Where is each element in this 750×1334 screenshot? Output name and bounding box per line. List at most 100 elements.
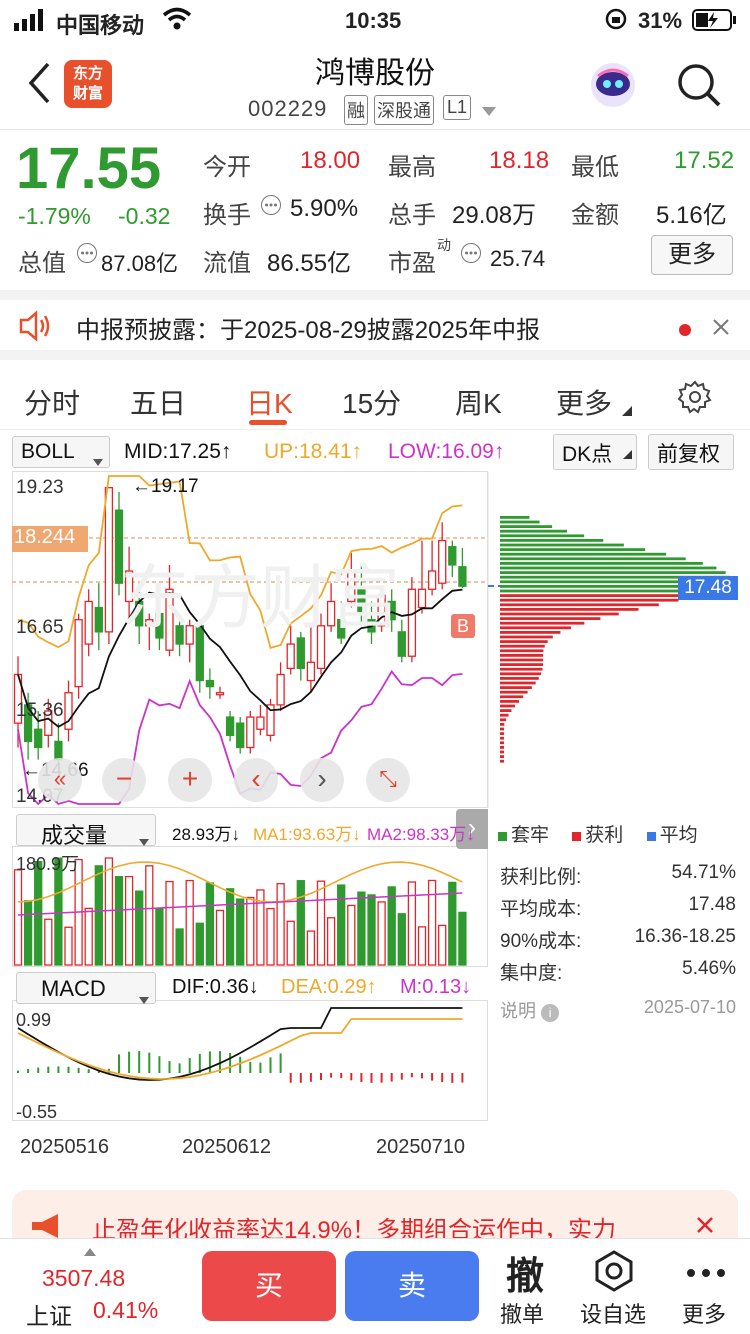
scroll-left-fast-button[interactable]: «: [38, 758, 82, 802]
float-value: 86.55亿: [267, 250, 352, 277]
banner-close-icon[interactable]: [696, 1216, 714, 1239]
candle-body: [427, 570, 437, 590]
info-dots-icon-3[interactable]: [460, 242, 482, 269]
chip-bar: [500, 718, 507, 722]
zoom-out-button[interactable]: −: [102, 758, 146, 802]
buy-button[interactable]: 买: [202, 1251, 336, 1321]
volume-bar: [296, 880, 305, 966]
fullscreen-button[interactable]: ⤡: [366, 758, 410, 802]
high-label: 最高: [388, 154, 436, 181]
chip-bar: [500, 732, 504, 735]
volume-bar: [367, 894, 376, 966]
macd-top-tick: 0.99: [16, 1010, 52, 1030]
add-watchlist-label[interactable]: 设自选: [580, 1297, 646, 1329]
volume-bar: [94, 865, 103, 966]
indicator-select[interactable]: BOLL: [12, 436, 110, 468]
more-quote-button[interactable]: 更多: [651, 235, 733, 275]
search-icon[interactable]: [676, 62, 722, 113]
chip-bar: [500, 539, 604, 542]
tab-five-day[interactable]: 五日: [130, 382, 186, 422]
volume-bar: [417, 926, 427, 966]
open-label: 今开: [203, 154, 251, 181]
volume-bar: [387, 886, 396, 966]
boll-mid: MID:17.25↑: [124, 440, 232, 463]
chip-bar: [500, 635, 553, 639]
volume-bar: [448, 881, 457, 966]
chip-bar: [500, 759, 504, 763]
dk-point-button[interactable]: DK点: [553, 434, 637, 470]
settings-icon[interactable]: [677, 380, 712, 419]
chip-bar: [500, 525, 553, 528]
chip-row-value-1: 54.71%: [671, 862, 736, 883]
chip-bars: [500, 516, 730, 763]
cancel-order-icon[interactable]: 撤: [500, 1245, 550, 1300]
change-percent: -1.79%: [18, 203, 91, 229]
mcap-value: 87.08亿: [101, 251, 179, 276]
more-dots-icon[interactable]: [686, 1265, 726, 1283]
chip-bar: [500, 529, 568, 533]
tab-15min[interactable]: 15分: [342, 382, 401, 422]
scroll-left-button[interactable]: ‹: [234, 758, 278, 802]
zoom-in-button[interactable]: +: [168, 758, 212, 802]
info-dots-icon[interactable]: [76, 242, 98, 269]
chip-bar: [500, 672, 542, 676]
unread-dot: [679, 324, 691, 336]
volume-bar: [44, 918, 53, 966]
turnover-label: 换手: [203, 202, 251, 229]
volume-value: 29.08万: [452, 202, 537, 229]
adjust-button[interactable]: 前复权: [648, 434, 734, 470]
candle-body: [286, 643, 295, 670]
index-up-icon: [84, 1243, 96, 1261]
chip-row-label-1: 获利比例:: [500, 867, 582, 888]
chip-bar: [500, 557, 686, 561]
chip-bar: [500, 548, 646, 551]
volume-bar: [306, 930, 316, 966]
tab-intraday[interactable]: 分时: [24, 382, 80, 422]
scroll-right-button[interactable]: ›: [300, 758, 344, 802]
macd-bars: [17, 1007, 464, 1083]
chip-bar: [500, 516, 530, 519]
chip-bar: [500, 603, 659, 607]
battery-percent: 31%: [638, 8, 683, 33]
index-name[interactable]: 上证: [26, 1297, 72, 1331]
volume-select[interactable]: 成交量: [16, 814, 156, 848]
legend-trapped: 套牢: [511, 825, 550, 846]
chip-bar: [500, 704, 515, 708]
chip-bar: [500, 571, 726, 574]
volume-bar: [185, 879, 194, 966]
more-label[interactable]: 更多: [682, 1297, 726, 1329]
macd-select[interactable]: MACD: [16, 972, 156, 1004]
chip-bar: [500, 667, 543, 671]
carrier: 中国移动: [56, 13, 145, 38]
price-tag: 18.244: [12, 526, 88, 552]
connect-badge: 深股通: [374, 95, 434, 125]
volume-ma2: MA2:98.33万↓: [367, 825, 475, 844]
low-label: 最低: [571, 154, 619, 181]
chip-bar: [500, 686, 532, 689]
notice-bar[interactable]: 中报预披露：于2025-08-29披露2025年中报: [0, 290, 750, 360]
ytick-top: 19.23: [16, 477, 64, 498]
info-icon: i: [541, 1004, 560, 1022]
tab-daily-k[interactable]: 日K: [246, 382, 293, 422]
chip-bar: [500, 598, 679, 602]
tab-more[interactable]: 更多: [556, 382, 612, 422]
tab-weekly-k[interactable]: 周K: [455, 382, 502, 422]
dropdown-icon[interactable]: [482, 104, 496, 122]
add-watchlist-icon[interactable]: [592, 1249, 636, 1298]
volume-bar: [438, 924, 447, 966]
info-dots-icon-2[interactable]: [260, 194, 282, 221]
close-icon[interactable]: [712, 318, 730, 341]
volume-bar: [13, 869, 23, 966]
cancel-order-label[interactable]: 撤单: [500, 1297, 544, 1329]
index-pct[interactable]: 0.41%: [93, 1297, 158, 1324]
robot-assistant-icon[interactable]: [588, 60, 638, 115]
chip-avg-tag: 17.48: [678, 576, 738, 600]
candle-body: [256, 716, 265, 730]
candle-body: [84, 600, 93, 645]
sell-button[interactable]: 卖: [345, 1251, 479, 1321]
chip-bar: [500, 534, 585, 538]
chip-bar: [500, 562, 703, 565]
chip-note[interactable]: 说明 i: [500, 997, 560, 1023]
pe-value: 25.74: [490, 246, 546, 271]
index-value[interactable]: 3507.48: [42, 1265, 125, 1292]
